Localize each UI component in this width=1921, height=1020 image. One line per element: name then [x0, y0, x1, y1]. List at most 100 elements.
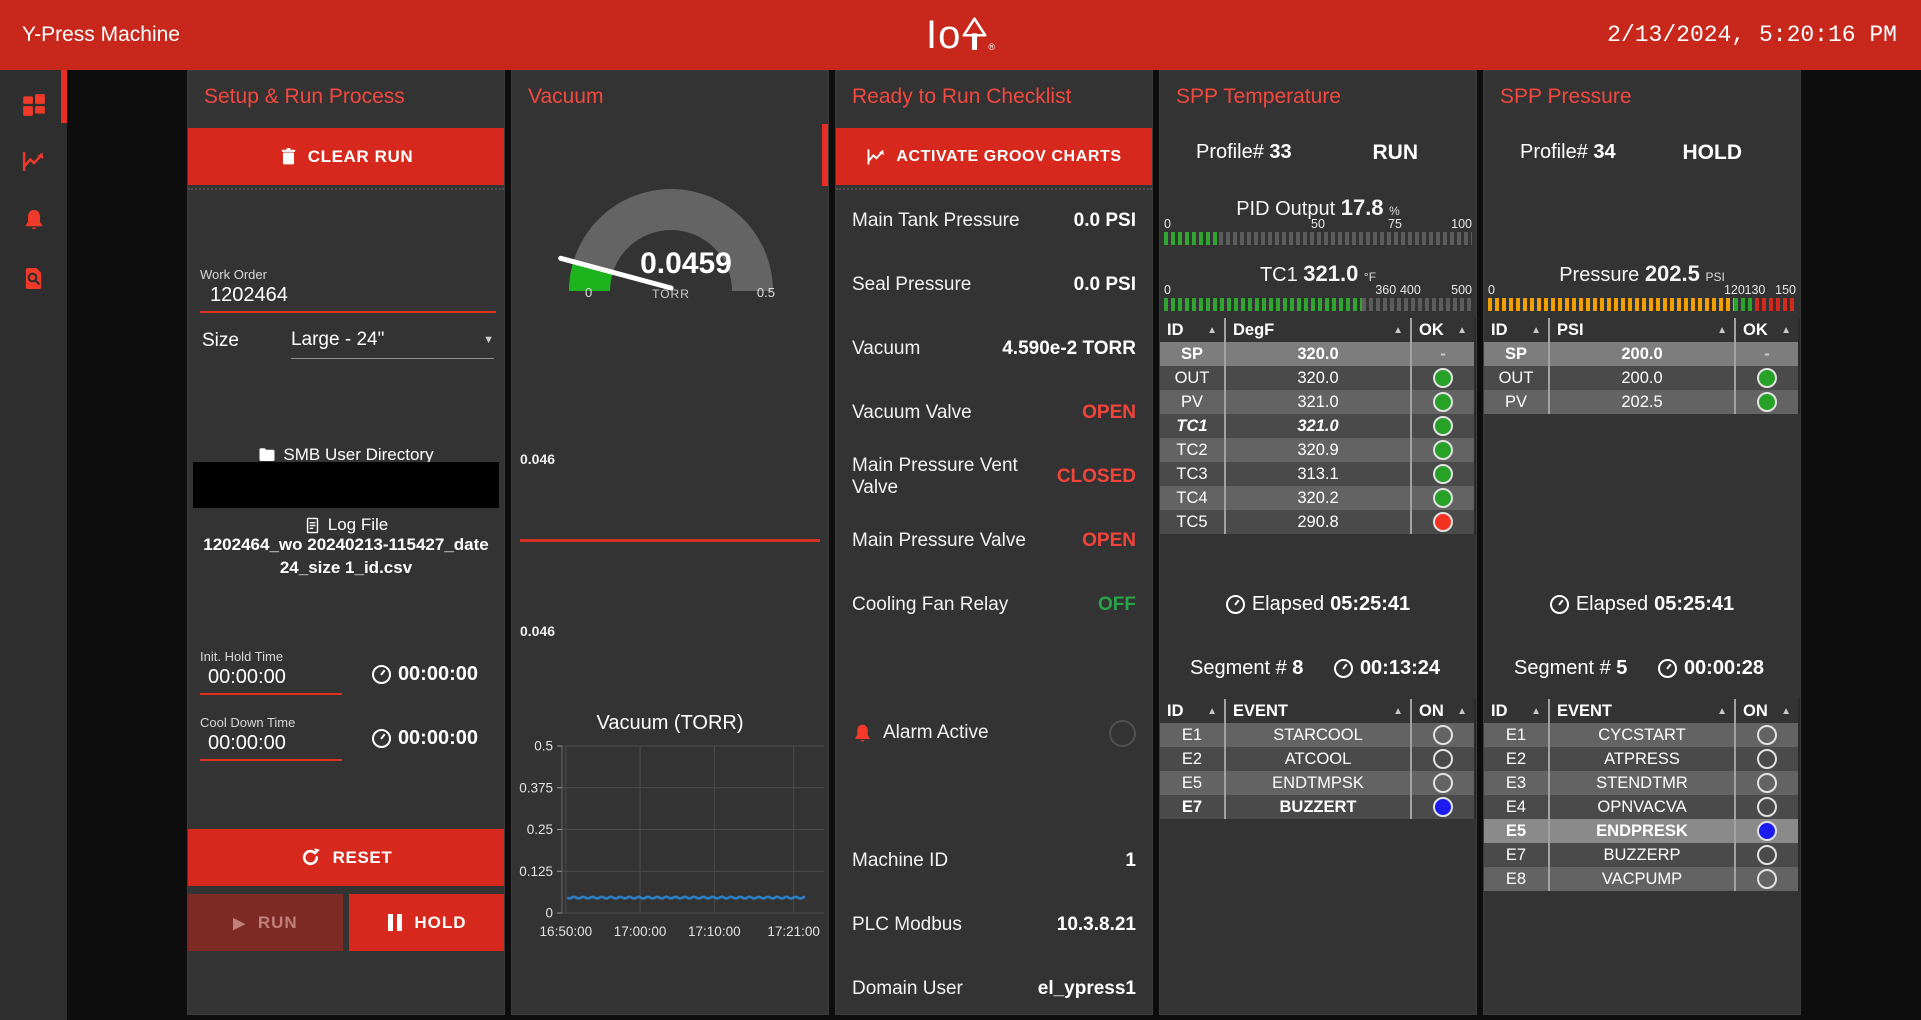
vacuum-annotation: 0.046: [520, 623, 555, 639]
reset-button[interactable]: RESET: [188, 829, 504, 886]
cell-id: PV: [1484, 390, 1548, 414]
reset-icon: [300, 847, 321, 868]
table-row: E1CYCSTART: [1484, 723, 1798, 747]
sidebar-item-trends[interactable]: [0, 139, 67, 183]
checklist-row: Vacuum4.590e-2 TORR: [836, 317, 1152, 381]
cell-id: TC3: [1160, 462, 1224, 486]
table-header-row: ID▲ DegF ▲ OK▲: [1160, 318, 1474, 342]
cell-value: ATCOOL: [1224, 747, 1410, 771]
activate-groov-charts-label: ACTIVATE GROOV CHARTS: [896, 148, 1121, 166]
size-select[interactable]: Large - 24" ▼: [291, 329, 494, 359]
hold-label: HOLD: [414, 913, 466, 933]
setup-run-panel: Setup & Run Process CLEAR RUN Work Order…: [187, 70, 505, 1015]
sidebar-item-alarms[interactable]: [0, 198, 67, 242]
segment-timer: 00:13:24: [1334, 657, 1440, 680]
clear-run-button[interactable]: CLEAR RUN: [188, 128, 504, 185]
sort-arrow-icon: ▲: [1207, 325, 1217, 336]
scale-tick-label: 0: [1164, 217, 1171, 231]
cell-id: PV: [1160, 390, 1224, 414]
sort-arrow-icon: ▲: [1531, 325, 1541, 336]
scale-tick-label: 500: [1451, 283, 1472, 297]
cell-value: 321.0: [1224, 390, 1410, 414]
clock-icon: [1334, 659, 1353, 678]
sidebar-item-log-viewer[interactable]: [0, 256, 67, 300]
segment-row: Segment # 8 00:13:24: [1160, 657, 1476, 680]
checklist-value: 0.0 PSI: [1074, 274, 1136, 296]
status-led-icon: [1433, 512, 1453, 532]
init-hold-input[interactable]: 00:00:00: [200, 664, 342, 695]
column-sort-header[interactable]: ON▲: [1734, 699, 1798, 723]
run-button[interactable]: ▶ RUN: [188, 894, 343, 951]
table-row: E1STARCOOL: [1160, 723, 1474, 747]
cell-id: OUT: [1484, 366, 1548, 390]
profile-number: Profile# 33: [1196, 141, 1292, 165]
sidebar-item-dashboard[interactable]: [0, 83, 67, 127]
hold-button[interactable]: HOLD: [349, 894, 505, 951]
cool-down-input[interactable]: 00:00:00: [200, 730, 342, 761]
alarm-label-group: Alarm Active: [852, 722, 989, 744]
column-sort-header[interactable]: PSI▲: [1548, 318, 1734, 342]
status-led-icon: [1757, 725, 1777, 745]
cell-id: E5: [1484, 819, 1548, 843]
status-led-icon: [1433, 725, 1453, 745]
column-sort-header[interactable]: EVENT▲: [1224, 699, 1410, 723]
column-sort-header[interactable]: ON▲: [1410, 699, 1474, 723]
column-sort-header[interactable]: OK▲: [1410, 318, 1474, 342]
svg-text:17:10:00: 17:10:00: [688, 924, 741, 939]
cell-status: [1410, 462, 1474, 486]
tc1-bar-gauge: 0360400500: [1164, 283, 1472, 311]
gauge-min-label: 0: [585, 285, 592, 300]
column-label: DegF: [1233, 321, 1274, 340]
trash-icon: [279, 147, 298, 166]
activate-groov-charts-button[interactable]: ACTIVATE GROOV CHARTS: [836, 128, 1152, 185]
cell-id: E3: [1484, 771, 1548, 795]
cell-value: ENDTMPSK: [1224, 771, 1410, 795]
clock-icon: [372, 665, 391, 684]
cell-status: [1734, 771, 1798, 795]
bar-zone: [1219, 232, 1472, 245]
info-row: PLC Modbus10.3.8.21: [836, 893, 1152, 957]
table-row: E2ATCOOL: [1160, 747, 1474, 771]
table-row: E5ENDTMPSK: [1160, 771, 1474, 795]
column-sort-header[interactable]: ID▲: [1160, 318, 1224, 342]
log-file-link[interactable]: Log File: [188, 515, 504, 535]
column-label: ID: [1491, 702, 1508, 721]
vacuum-panel: Vacuum 0.0459 TORR 0 0.5 0.046 0.046 Vac…: [511, 70, 829, 1015]
svg-text:17:00:00: 17:00:00: [614, 924, 667, 939]
cell-value: STARCOOL: [1224, 723, 1410, 747]
column-label: ON: [1419, 702, 1444, 721]
clock-icon: [1550, 595, 1569, 614]
sidebar-active-indicator[interactable]: [61, 68, 67, 123]
spp-temperature-panel: SPP Temperature Profile# 33 RUN PID Outp…: [1159, 70, 1477, 1015]
cell-value: 313.1: [1224, 462, 1410, 486]
work-order-input[interactable]: 1202464: [200, 282, 496, 313]
checklist-label: Vacuum: [852, 338, 920, 360]
column-sort-header[interactable]: OK▲: [1734, 318, 1798, 342]
column-sort-header[interactable]: ID▲: [1484, 699, 1548, 723]
info-row: Domain Userel_ypress1: [836, 957, 1152, 1015]
sort-arrow-icon: ▲: [1781, 325, 1791, 336]
logo-text: Io: [926, 18, 961, 52]
cell-value: 321.0: [1224, 414, 1410, 438]
column-label: ON: [1743, 702, 1768, 721]
column-sort-header[interactable]: DegF ▲: [1224, 318, 1410, 342]
cell-id: TC5: [1160, 510, 1224, 534]
sort-arrow-icon: ▲: [1393, 325, 1403, 336]
checklist-rows: Main Tank Pressure0.0 PSISeal Pressure0.…: [836, 189, 1152, 1015]
cell-id: E7: [1160, 795, 1224, 819]
nav-sidebar: [0, 70, 67, 1020]
chart-icon: [866, 147, 886, 167]
column-sort-header[interactable]: ID▲: [1484, 318, 1548, 342]
bar-zone: [1488, 298, 1734, 311]
bar-segments: [1164, 298, 1472, 311]
table-row: PV321.0: [1160, 390, 1474, 414]
cell-value: 200.0: [1548, 366, 1734, 390]
column-label: ID: [1167, 702, 1184, 721]
status-led-icon: [1757, 845, 1777, 865]
column-sort-header[interactable]: ID▲: [1160, 699, 1224, 723]
segment-row: Segment # 5 00:00:28: [1484, 657, 1800, 680]
panel-scrollbar-thumb[interactable]: [822, 124, 828, 186]
column-sort-header[interactable]: EVENT▲: [1548, 699, 1734, 723]
play-icon: ▶: [233, 914, 246, 932]
checklist-label: Main Pressure Valve: [852, 530, 1026, 552]
